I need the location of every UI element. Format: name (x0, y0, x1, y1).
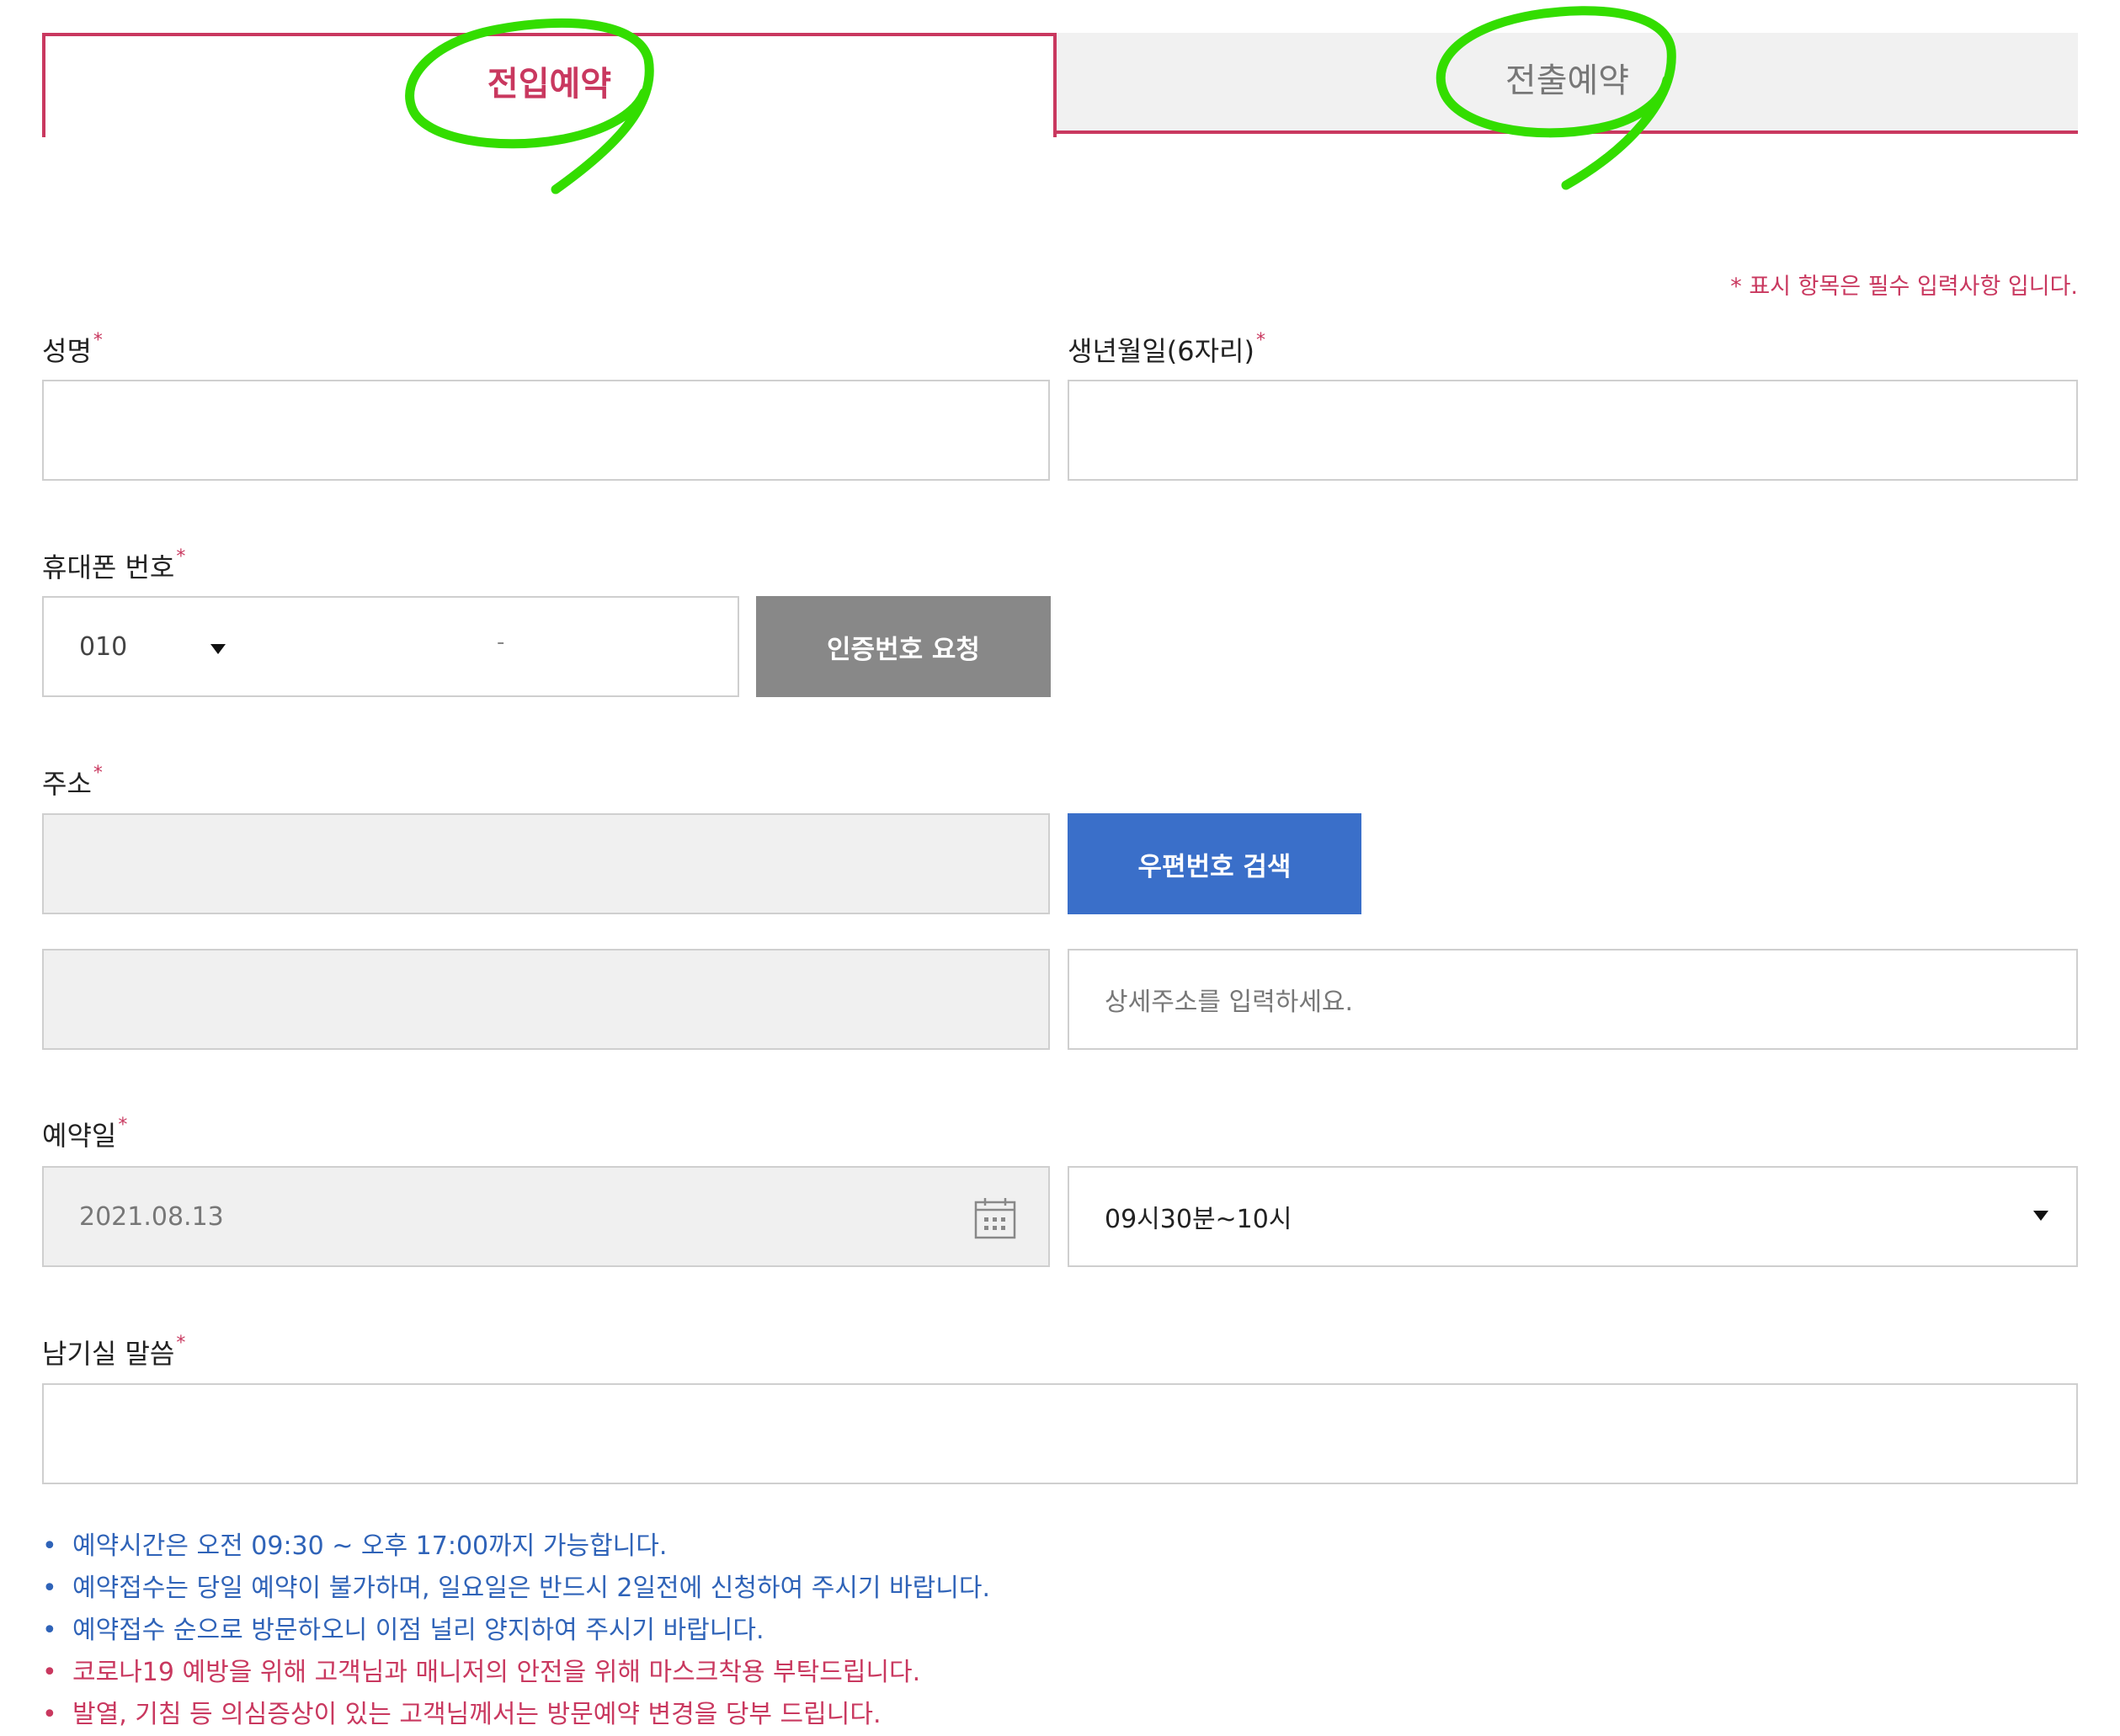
phone-last-input[interactable] (524, 598, 738, 695)
required-mark: * (93, 763, 103, 784)
verify-request-button[interactable]: 인증번호 요청 (756, 596, 1051, 697)
postcode-search-label: 우편번호 검색 (1137, 851, 1292, 882)
tab-move-in-label: 전입예약 (487, 65, 612, 104)
notice-item: 발열, 기침 등 의심증상이 있는 고객님께서는 방문예약 변경을 당부 드립니… (42, 1694, 2063, 1736)
postcode-input[interactable] (42, 813, 1050, 914)
reservation-time-select[interactable]: 09시30분~10시 (1068, 1166, 2078, 1267)
required-mark: * (176, 546, 186, 567)
message-input[interactable] (42, 1383, 2078, 1484)
required-notice: * 표시 항목은 필수 입력사항 입니다. (1730, 274, 2078, 300)
address-label: 주소 (42, 768, 92, 800)
reservation-label-wrap: 예약일* (42, 1115, 127, 1153)
required-mark: * (1255, 330, 1265, 351)
chevron-down-icon (210, 644, 226, 654)
message-label-wrap: 남기실 말씀* (42, 1333, 185, 1371)
notice-item: 코로나19 예방을 위해 고객님과 매니저의 안전을 위해 마스크착용 부탁드립… (42, 1652, 2063, 1694)
name-label-wrap: 성명* (42, 330, 103, 369)
notice-list: 예약시간은 오전 09:30 ~ 오후 17:00까지 가능합니다. 예약접수는… (42, 1526, 2063, 1736)
address-label-wrap: 주소* (42, 763, 103, 801)
calendar-icon[interactable] (974, 1197, 1016, 1239)
phone-prefix-select[interactable]: 010 (44, 598, 263, 695)
reservation-date-value: 2021.08.13 (79, 1201, 224, 1232)
phone-prefix-value: 010 (79, 631, 128, 662)
phone-middle-input[interactable] (290, 598, 509, 695)
birth-label: 생년월일(6자리) (1068, 335, 1254, 367)
reservation-label: 예약일 (42, 1120, 117, 1152)
phone-separator: - (497, 630, 505, 655)
postcode-search-button[interactable]: 우편번호 검색 (1068, 813, 1361, 914)
tab-move-in[interactable]: 전입예약 (42, 33, 1057, 137)
verify-request-label: 인증번호 요청 (827, 634, 980, 665)
address-detail-placeholder: 상세주소를 입력하세요. (1105, 988, 1354, 1017)
phone-label-wrap: 휴대폰 번호* (42, 546, 185, 585)
tab-move-out-label: 전출예약 (1505, 61, 1630, 100)
phone-input-group: 010 - (42, 596, 739, 697)
reservation-time-value: 09시30분~10시 (1105, 1205, 1292, 1234)
phone-label: 휴대폰 번호 (42, 551, 175, 583)
address-input[interactable] (42, 949, 1050, 1050)
chevron-down-icon (2033, 1211, 2048, 1221)
tab-move-out[interactable]: 전출예약 (1057, 33, 2078, 134)
notice-item: 예약접수 순으로 방문하오니 이점 널리 양지하여 주시기 바랍니다. (42, 1610, 2063, 1652)
tab-underline (1053, 130, 2078, 134)
name-input[interactable] (42, 380, 1050, 481)
address-detail-input[interactable]: 상세주소를 입력하세요. (1068, 949, 2078, 1050)
birth-label-wrap: 생년월일(6자리)* (1068, 330, 1265, 369)
birth-input[interactable] (1068, 380, 2078, 481)
required-mark: * (118, 1115, 128, 1136)
required-mark: * (93, 330, 103, 351)
reservation-date-input[interactable]: 2021.08.13 (42, 1166, 1050, 1267)
message-label: 남기실 말씀 (42, 1338, 175, 1370)
notice-item: 예약접수는 당일 예약이 불가하며, 일요일은 반드시 2일전에 신청하여 주시… (42, 1568, 2063, 1610)
notice-item: 예약시간은 오전 09:30 ~ 오후 17:00까지 가능합니다. (42, 1526, 2063, 1568)
required-mark: * (176, 1333, 186, 1354)
name-label: 성명 (42, 335, 92, 367)
